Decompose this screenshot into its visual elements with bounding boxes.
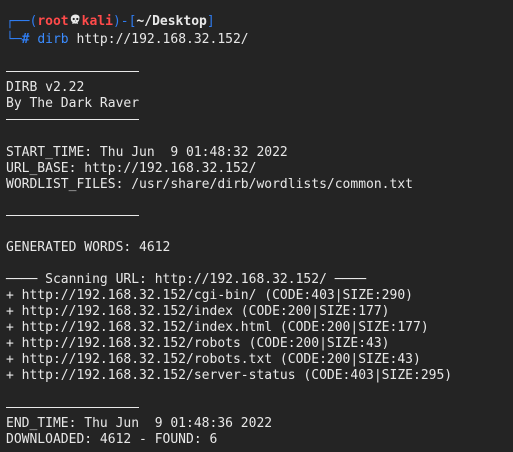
prompt-line-top: ┌──(root kali)-[~/Desktop] bbox=[6, 14, 215, 30]
prompt-line-command: └─# dirb http://192.168.32.152/ bbox=[6, 32, 249, 48]
divider-rule bbox=[6, 407, 139, 408]
prompt-hash: # bbox=[21, 32, 30, 47]
prompt-host: kali bbox=[81, 14, 113, 29]
result-line: + http://192.168.32.152/index (CODE:200|… bbox=[6, 304, 390, 319]
divider-rule bbox=[6, 71, 139, 72]
skull-icon bbox=[69, 14, 82, 30]
wordlist-files: WORDLIST_FILES: /usr/share/dirb/wordlist… bbox=[6, 177, 413, 192]
scan-header: ──── Scanning URL: http://192.168.32.152… bbox=[6, 272, 367, 287]
prompt-frame-top: ┌──( bbox=[6, 14, 38, 29]
dirb-author: By The Dark Raver bbox=[6, 96, 140, 111]
divider-rule bbox=[6, 215, 139, 216]
prompt-separator: )-[ bbox=[112, 14, 137, 29]
end-time: END_TIME: Thu Jun 9 01:48:36 2022 bbox=[6, 416, 273, 431]
divider-rule bbox=[6, 119, 139, 120]
start-time: START_TIME: Thu Jun 9 01:48:32 2022 bbox=[6, 145, 288, 160]
generated-words: GENERATED WORDS: 4612 bbox=[6, 240, 171, 255]
downloaded-summary: DOWNLOADED: 4612 - FOUND: 6 bbox=[6, 432, 218, 447]
dirb-version: DIRB v2.22 bbox=[6, 80, 85, 95]
command-args: http://192.168.32.152/ bbox=[68, 32, 249, 47]
result-line: + http://192.168.32.152/cgi-bin/ (CODE:4… bbox=[6, 288, 413, 303]
prompt-frame-end: ] bbox=[206, 14, 215, 29]
url-base: URL_BASE: http://192.168.32.152/ bbox=[6, 161, 257, 176]
prompt-path: ~/Desktop bbox=[136, 14, 207, 29]
prompt-user: root bbox=[37, 14, 69, 29]
terminal-window[interactable]: ┌──(root kali)-[~/Desktop] └─# dirb http:… bbox=[0, 0, 513, 452]
result-line: + http://192.168.32.152/server-status (C… bbox=[6, 368, 453, 383]
result-line: + http://192.168.32.152/index.html (CODE… bbox=[6, 320, 429, 335]
result-line: + http://192.168.32.152/robots (CODE:200… bbox=[6, 336, 390, 351]
command-name: dirb bbox=[37, 32, 69, 47]
result-line: + http://192.168.32.152/robots.txt (CODE… bbox=[6, 352, 421, 367]
prompt-frame-bottom: └─ bbox=[6, 32, 22, 47]
